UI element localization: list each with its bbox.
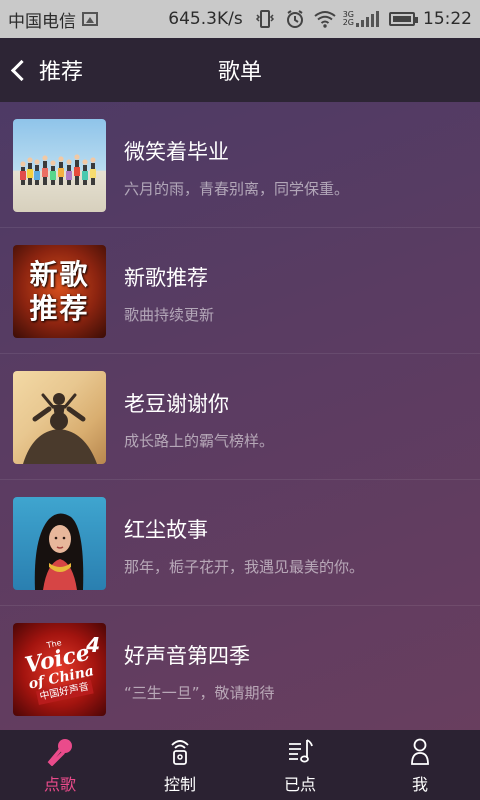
wifi-icon xyxy=(313,7,337,31)
playlist-item[interactable]: 微笑着毕业 六月的雨，青春别离，同学保重。 xyxy=(0,102,480,228)
tab-label: 点歌 xyxy=(43,775,76,794)
playlist-title: 微笑着毕业 xyxy=(124,140,229,164)
playlist-cover-image: The Voice of China 中国好声音 4 xyxy=(13,623,106,716)
clock: 15:22 xyxy=(423,9,472,29)
tab-label: 我 xyxy=(411,775,428,794)
carrier-name: 中国电信 xyxy=(8,11,76,32)
back-button[interactable]: 推荐 xyxy=(0,38,83,102)
playlist-cover-image xyxy=(13,371,106,464)
playlist-cover-image xyxy=(13,119,106,212)
tab-control[interactable]: 控制 xyxy=(120,730,240,800)
back-label: 推荐 xyxy=(39,60,84,85)
tab-order-song[interactable]: 点歌 xyxy=(0,730,120,800)
alarm-icon xyxy=(283,7,307,31)
playlist-title: 好声音第四季 xyxy=(124,644,250,668)
tab-label: 已点 xyxy=(283,775,316,794)
image-notification-icon xyxy=(82,12,98,26)
playlist-item[interactable]: 新歌 推荐 新歌推荐 歌曲持续更新 xyxy=(0,228,480,354)
playlist-item[interactable]: The Voice of China 中国好声音 4 好声音第四季 “三生一旦”… xyxy=(0,606,480,730)
playlist-description: 六月的雨，青春别离，同学保重。 xyxy=(124,180,350,198)
playlist-title: 老豆谢谢你 xyxy=(124,392,229,416)
playlist-description: 成长路上的霸气榜样。 xyxy=(124,432,275,450)
playlist-title: 新歌推荐 xyxy=(124,266,208,290)
playlist-title: 红尘故事 xyxy=(124,518,208,542)
chevron-left-icon xyxy=(10,59,33,81)
microphone-icon xyxy=(45,735,75,767)
cover-text: 推荐 xyxy=(29,291,90,325)
battery-icon xyxy=(389,12,418,26)
playlist-list: 微笑着毕业 六月的雨，青春别离，同学保重。 新歌 推荐 新歌推荐 歌曲持续更新 … xyxy=(0,102,480,730)
playlist-cover-image: 新歌 推荐 xyxy=(13,245,106,338)
playlist-item[interactable]: 红尘故事 那年，栀子花开，我遇见最美的你。 xyxy=(0,480,480,606)
tab-queued[interactable]: 已点 xyxy=(240,730,360,800)
remote-control-icon xyxy=(165,735,195,767)
status-bar: 中国电信 645.3K/s 3G 2G 15:22 xyxy=(0,0,480,38)
cover-text: 新歌 xyxy=(29,257,90,291)
vibrate-icon xyxy=(253,7,277,31)
bottom-tab-bar: 点歌 控制 已点 我 xyxy=(0,730,480,800)
playlist-description: “三生一旦”，敬请期待 xyxy=(124,684,275,702)
user-icon xyxy=(405,735,435,767)
navigation-bar: 推荐 歌单 xyxy=(0,38,480,102)
tab-me[interactable]: 我 xyxy=(360,730,480,800)
playlist-description: 那年，栀子花开，我遇见最美的你。 xyxy=(124,558,365,576)
signal-strength-icon xyxy=(356,11,379,27)
playlist-icon xyxy=(285,735,315,767)
playlist-cover-image xyxy=(13,497,106,590)
network-speed: 645.3K/s xyxy=(168,9,243,29)
tab-label: 控制 xyxy=(163,775,196,794)
network-type: 3G 2G xyxy=(342,10,354,27)
playlist-description: 歌曲持续更新 xyxy=(124,306,215,324)
cover-text: 4 xyxy=(86,633,100,657)
playlist-item[interactable]: 老豆谢谢你 成长路上的霸气榜样。 xyxy=(0,354,480,480)
